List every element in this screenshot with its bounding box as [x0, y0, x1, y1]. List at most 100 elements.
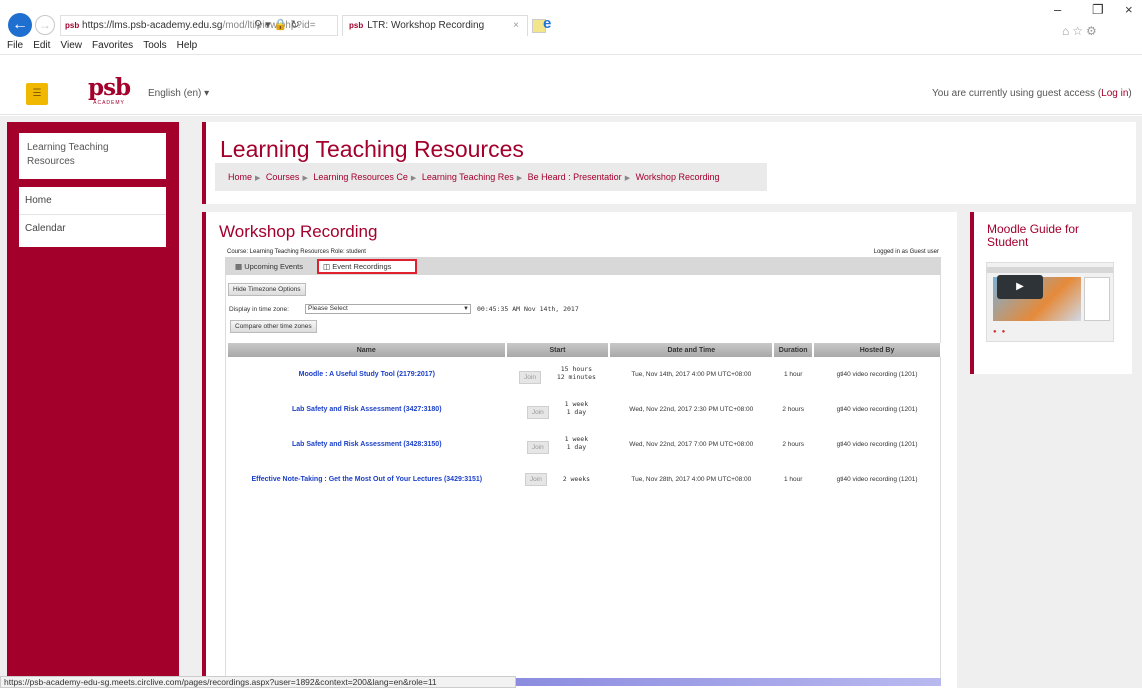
- lock-icon[interactable]: 🔒: [274, 19, 288, 31]
- site-favicon-icon: psb: [65, 21, 80, 30]
- breadcrumb-separator-icon: ▶: [516, 175, 523, 182]
- join-button[interactable]: Join: [526, 406, 549, 419]
- start-time: 15 hours 12 minutes: [557, 365, 596, 381]
- close-window-button[interactable]: ×: [1125, 2, 1133, 17]
- event-date: Tue, Nov 28th, 2017 4:00 PM UTC+08:00: [631, 476, 752, 483]
- start-line-1: 2 weeks: [562, 475, 591, 483]
- event-name-link[interactable]: Lab Safety and Risk Assessment (3428:315…: [228, 427, 506, 462]
- internet-explorer-icon: e: [543, 15, 552, 32]
- menu-help[interactable]: Help: [177, 38, 198, 54]
- event-host: gtl40 video recording (1201): [836, 371, 918, 378]
- tab-upcoming-events[interactable]: ▦ Upcoming Events: [231, 259, 313, 274]
- psb-logo[interactable]: psb ACADEMY: [88, 76, 131, 112]
- start-cell: Join 1 week 1 day: [506, 427, 610, 462]
- hide-timezone-button[interactable]: Hide Timezone Options: [228, 283, 306, 296]
- breadcrumb-courses[interactable]: Courses: [266, 172, 300, 182]
- lti-info-bar: Course: Learning Teaching Resources Role…: [225, 248, 941, 257]
- site-header: [0, 55, 1142, 115]
- breadcrumb-section[interactable]: Be Heard : Presentatior: [528, 172, 622, 182]
- start-cell: Join 1 week 1 day: [506, 392, 610, 427]
- column-header-duration[interactable]: Duration: [773, 343, 815, 357]
- menu-edit[interactable]: Edit: [33, 38, 50, 54]
- sidebar-course-link[interactable]: Learning Teaching Resources: [19, 133, 166, 179]
- event-duration: 2 hours: [782, 406, 804, 413]
- event-host: gtl40 video recording (1201): [836, 476, 918, 483]
- column-header-host[interactable]: Hosted By: [813, 343, 942, 357]
- close-tab-icon[interactable]: ×: [513, 16, 519, 36]
- minimize-button[interactable]: –: [1054, 2, 1061, 17]
- tab-event-recordings[interactable]: ◫ Event Recordings: [317, 259, 417, 274]
- menu-file[interactable]: File: [7, 38, 23, 54]
- hamburger-menu-icon[interactable]: ☰: [26, 83, 48, 105]
- event-host: gtl40 video recording (1201): [836, 406, 918, 413]
- menu-favorites[interactable]: Favorites: [92, 38, 133, 54]
- favorites-star-icon[interactable]: ☆: [1072, 24, 1086, 38]
- breadcrumb-category[interactable]: Learning Resources Ce: [313, 172, 408, 182]
- join-button[interactable]: Join: [519, 371, 541, 384]
- event-duration: 1 hour: [783, 476, 803, 483]
- breadcrumb-separator-icon: ▶: [302, 175, 308, 182]
- browser-tab[interactable]: psb LTR: Workshop Recording ×: [342, 15, 528, 36]
- lti-body: Hide Timezone Options Display in time zo…: [225, 275, 942, 678]
- lti-footer-bar: [516, 678, 941, 686]
- sidebar-item-home[interactable]: Home: [19, 187, 166, 215]
- breadcrumb-course[interactable]: Learning Teaching Res: [422, 172, 514, 182]
- event-duration: 2 hours: [782, 441, 804, 448]
- logo-subtext: ACADEMY: [93, 100, 125, 106]
- lti-frame: Course: Learning Teaching Resources Role…: [225, 248, 942, 678]
- event-host: gtl40 video recording (1201): [836, 441, 918, 448]
- compare-timezones-button[interactable]: Compare other time zones: [230, 320, 317, 333]
- url-domain: https://lms.psb-academy.edu.sg: [82, 20, 223, 31]
- event-name-link[interactable]: Lab Safety and Risk Assessment (3427:318…: [228, 392, 506, 427]
- lti-logged-in: Logged in as Guest user: [873, 249, 939, 255]
- browser-toolbar-icons: ⌂☆⚙: [1062, 24, 1100, 38]
- menu-view[interactable]: View: [60, 38, 82, 54]
- timezone-select[interactable]: Please Select ▼: [305, 304, 471, 314]
- start-line-2: 1 day: [566, 443, 587, 451]
- event-duration: 1 hour: [783, 371, 803, 378]
- column-header-date[interactable]: Date and Time: [609, 343, 775, 357]
- column-header-start[interactable]: Start: [505, 343, 611, 357]
- column-header-name[interactable]: Name: [228, 343, 507, 357]
- event-name-link[interactable]: Moodle : A Useful Study Tool (2179:2017): [228, 357, 506, 392]
- sidebar-nav: Home Calendar: [19, 187, 166, 247]
- breadcrumb-separator-icon: ▶: [624, 175, 631, 182]
- current-time: 00:45:35 AM Nov 14th, 2017: [477, 305, 579, 313]
- forward-button[interactable]: →: [35, 15, 55, 35]
- breadcrumb-home[interactable]: Home: [228, 172, 252, 182]
- sidebar-item-calendar[interactable]: Calendar: [19, 215, 166, 243]
- join-button[interactable]: Join: [524, 473, 547, 486]
- tab-recordings-label: Event Recordings: [332, 262, 392, 271]
- table-row: Lab Safety and Risk Assessment (3428:315…: [228, 427, 941, 462]
- tab-title: LTR: Workshop Recording: [367, 20, 485, 31]
- home-icon[interactable]: ⌂: [1062, 24, 1072, 38]
- table-row: Effective Note-Taking : Get the Most Out…: [228, 462, 941, 497]
- lti-course-role: Course: Learning Teaching Resources Role…: [227, 249, 366, 255]
- start-line-2: 1 day: [566, 408, 587, 416]
- video-thumbnail[interactable]: ▶ ● ●: [986, 262, 1114, 342]
- menu-tools[interactable]: Tools: [143, 38, 166, 54]
- film-icon: ◫: [323, 262, 331, 271]
- timezone-select-value: Please Select: [308, 305, 348, 312]
- activity-title: Workshop Recording: [219, 222, 378, 241]
- start-time: 1 week 1 day: [565, 435, 588, 451]
- back-button[interactable]: ←: [8, 13, 32, 37]
- language-selector[interactable]: English (en) ▾: [148, 88, 209, 99]
- events-table: Name Start Date and Time Duration Hosted…: [228, 343, 942, 497]
- join-button[interactable]: Join: [526, 441, 549, 454]
- start-cell: Join 2 weeks: [506, 462, 610, 497]
- chevron-down-icon: ▼: [463, 306, 469, 312]
- play-icon[interactable]: ▶: [997, 275, 1043, 299]
- refresh-icon[interactable]: ↻: [290, 19, 299, 31]
- calendar-icon: ▦: [235, 262, 243, 271]
- timezone-label: Display in time zone:: [229, 306, 289, 313]
- start-time: 2 weeks: [563, 475, 590, 483]
- restore-button[interactable]: ❐: [1092, 2, 1104, 18]
- login-link[interactable]: Log in: [1101, 88, 1128, 99]
- video-controls-icon: ● ●: [993, 329, 1006, 335]
- event-name-link[interactable]: Effective Note-Taking : Get the Most Out…: [228, 462, 506, 497]
- event-date: Wed, Nov 22nd, 2017 7:00 PM UTC+08:00: [629, 441, 754, 448]
- search-icon[interactable]: ⚲: [254, 19, 262, 31]
- settings-gear-icon[interactable]: ⚙: [1086, 24, 1100, 38]
- breadcrumb-current[interactable]: Workshop Recording: [636, 172, 720, 182]
